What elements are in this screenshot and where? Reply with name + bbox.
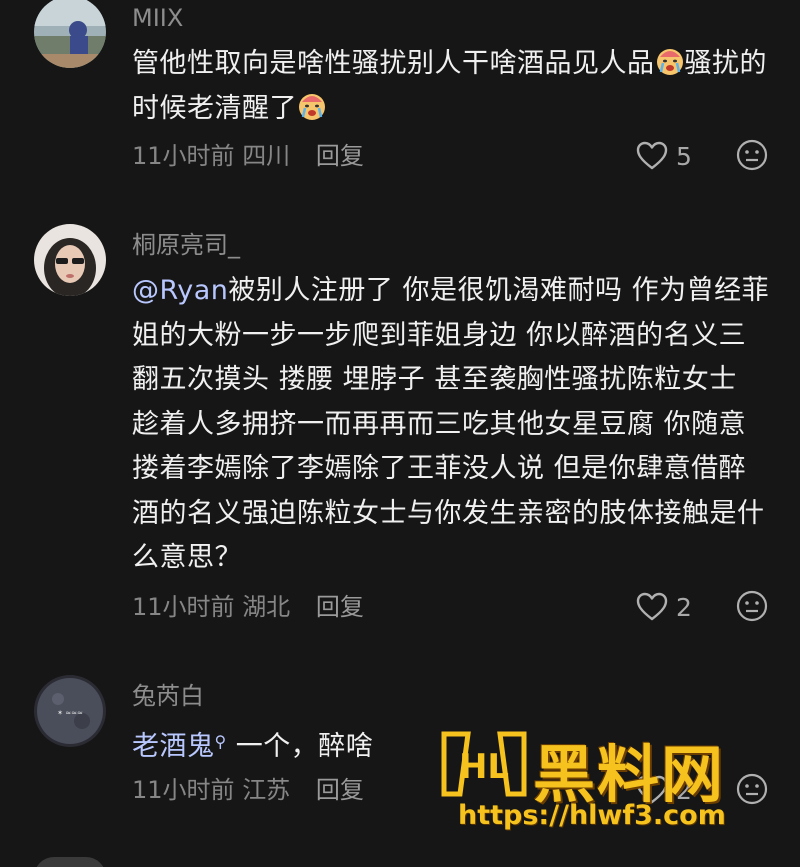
comment-meta: 11小时前 湖北 回复 [132,592,364,622]
comment-meta: 11小时前 江苏 回复 [132,775,364,805]
emoji-reaction-button[interactable] [736,139,768,171]
reply-button[interactable]: 回复 [316,142,364,170]
like-count: 2 [676,592,692,622]
heart-icon [636,141,668,170]
smiley-icon [736,590,768,622]
comment-text-part: 一个，醉啥 [226,731,374,762]
next-comment-avatar [34,857,106,867]
comment-username[interactable]: 桐原亮司_ [132,230,240,260]
comment-username[interactable]: 兔芮白 [132,681,204,711]
like-count: 5 [676,141,692,171]
comment-time: 11小时前 [132,776,235,804]
comment-text-part: 被别人注册了 你是很饥渴难耐吗 作为曾经菲姐的大粉一步一步爬到菲姐身边 你以醉酒… [132,275,770,573]
watermark-url: https://hlwf3.com [458,800,726,831]
watermark-logo-icon: HL [438,724,530,804]
search-link[interactable]: 老酒鬼 [132,731,215,762]
like-button[interactable]: 5 [636,141,692,171]
heart-icon [636,592,668,621]
smiley-icon [736,139,768,171]
comment-location: 湖北 [242,593,291,621]
emoji-reaction-button[interactable] [736,590,768,622]
comment-location: 四川 [242,142,291,170]
search-icon: ⚲ [214,732,227,751]
comment-time: 11小时前 [132,593,235,621]
comment-text: 管他性取向是啥性骚扰别人干啥酒品见人品 骚扰的时候老清醒了 [132,42,772,131]
crying-emoji-icon [297,91,327,121]
svg-text:✶ ≈≈≈: ✶ ≈≈≈ [57,709,83,717]
reply-button[interactable]: 回复 [316,593,364,621]
comment-text-part: 管他性取向是啥性骚扰别人干啥酒品见人品 [132,48,655,79]
comment-username[interactable]: MIIX [132,3,183,33]
crying-emoji-icon [655,46,685,76]
avatar[interactable] [34,224,106,296]
avatar[interactable]: ✶ ≈≈≈ [34,675,106,747]
watermark: HL 黑料网 https://hlwf3.com [438,724,788,844]
svg-text:HL: HL [459,747,509,787]
avatar[interactable] [34,0,106,68]
reply-button[interactable]: 回复 [316,776,364,804]
comment-text: @Ryan被别人注册了 你是很饥渴难耐吗 作为曾经菲姐的大粉一步一步爬到菲姐身边… [132,269,772,581]
like-button[interactable]: 2 [636,592,692,622]
comment-meta: 11小时前 四川 回复 [132,141,364,171]
comment-location: 江苏 [242,776,291,804]
mention-link[interactable]: @Ryan [132,275,228,306]
comment-time: 11小时前 [132,142,235,170]
